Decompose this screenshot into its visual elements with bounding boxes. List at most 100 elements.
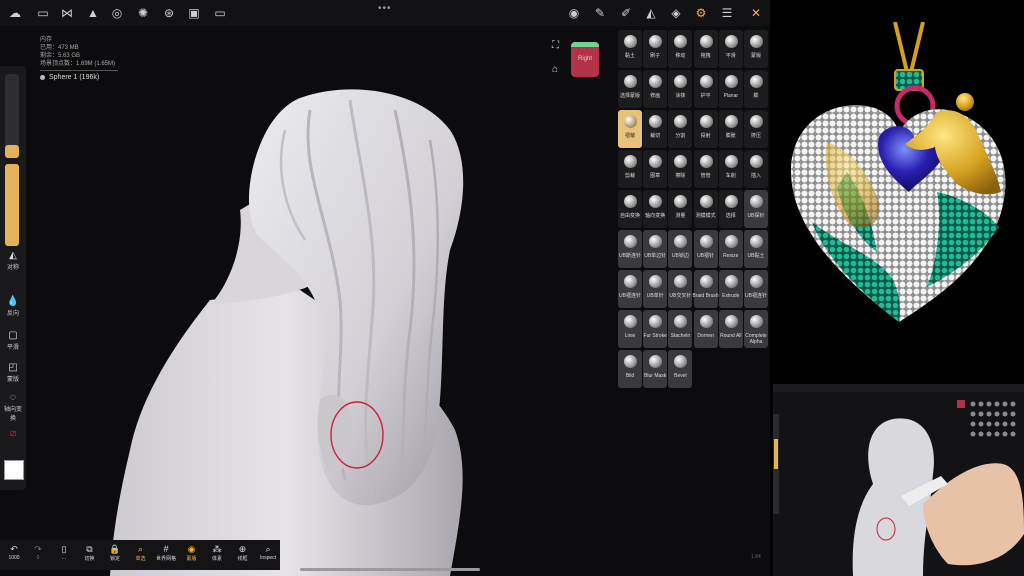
bottom-tool-button[interactable]: ◉ 蒙版 [180, 544, 204, 562]
tool-button[interactable]: 选择 [718, 190, 743, 228]
tool-button[interactable]: Fur Stroke [643, 310, 668, 348]
tool-button[interactable]: Dornen [693, 310, 718, 348]
redo-button[interactable]: ↷ 0 [26, 544, 50, 561]
mask-icon: ◰ [8, 362, 18, 373]
layers-icon[interactable]: ◈ [667, 4, 685, 22]
camera-icon[interactable]: ⊛ [160, 4, 178, 22]
fullscreen-icon[interactable]: ⛶ [552, 40, 559, 51]
light-icon[interactable]: ✺ [134, 4, 152, 22]
image-icon[interactable]: ▣ [185, 4, 203, 22]
tool-button[interactable]: 平滑 [718, 30, 743, 68]
tool-icon [750, 275, 763, 288]
tool-button[interactable]: UB交叉针 [668, 270, 693, 308]
settings-icon[interactable]: ⚙ [692, 4, 710, 22]
bottom-tool-button[interactable]: ⊕ 线框 [231, 544, 255, 562]
more-dots-icon[interactable]: ••• [378, 3, 392, 14]
tool-button[interactable]: 移动 [668, 30, 693, 68]
tool-icon [699, 315, 713, 328]
tool-button[interactable]: UB单针 [643, 270, 668, 308]
tool-button[interactable]: 裁切 [643, 110, 668, 148]
symmetry-toggle[interactable]: ◭ 对称 [2, 250, 24, 271]
bottom-tool-button[interactable]: ⌕ 单选 [129, 544, 153, 562]
tool-button[interactable]: 车削 [718, 150, 743, 188]
color-slash-icon[interactable]: ⧄ [2, 428, 24, 440]
paint-icon[interactable]: ✐ [617, 4, 635, 22]
tool-button[interactable]: 擦除 [668, 150, 693, 188]
invert-toggle[interactable]: 💧 反向 [2, 296, 24, 317]
share-icon[interactable]: ⋈ [58, 4, 76, 22]
bottom-tool-button[interactable]: ⌕ Inspect [256, 544, 280, 561]
tool-button[interactable]: Bevel [668, 350, 693, 388]
tool-button[interactable]: 图章 [643, 150, 668, 188]
tool-button[interactable]: 刷子 [643, 30, 668, 68]
tool-button[interactable]: 修画 [643, 70, 668, 108]
bottom-tool-button[interactable]: # 世界网格 [154, 544, 178, 562]
tool-button[interactable]: UB单边针 [643, 230, 668, 268]
tool-button[interactable]: Planar [718, 70, 743, 108]
tool-label: 选择 [725, 213, 736, 219]
bottom-tool-button[interactable]: 🔒 锁定 [103, 544, 127, 562]
bottom-tool-button[interactable]: ⧉ 切换 [78, 544, 102, 562]
intensity-slider[interactable] [5, 164, 19, 246]
home-indicator[interactable] [300, 568, 480, 571]
tool-button[interactable]: 轴向变换 [643, 190, 668, 228]
object-name[interactable]: Sphere 1 (196k) [40, 74, 118, 82]
tool-button[interactable]: 护平 [693, 70, 718, 108]
tool-button[interactable]: UB锁边 [668, 230, 693, 268]
tool-button[interactable]: 挤压 [744, 110, 768, 148]
tool-button[interactable]: 膨 [744, 70, 768, 108]
tool-button[interactable]: UB褶针 [693, 230, 718, 268]
tool-button[interactable]: Resize [718, 230, 743, 268]
tool-button[interactable]: UB褶连针 [618, 270, 642, 308]
nomad-logo-icon[interactable]: ☁ [6, 4, 24, 22]
tool-button[interactable]: 剪裁 [618, 150, 642, 188]
tool-button[interactable]: UB探针 [744, 190, 768, 228]
tool-button[interactable]: 管管 [693, 150, 718, 188]
sliders-icon[interactable]: ☰ [718, 4, 736, 22]
tools-icon[interactable]: ✕ [747, 4, 765, 22]
tool-button[interactable]: 自由变换 [618, 190, 642, 228]
radius-slider[interactable] [5, 74, 19, 158]
scene-icon[interactable]: ▲ [84, 4, 102, 22]
material-icon[interactable]: ◎ [108, 4, 126, 22]
mask-button[interactable]: ◰ 蒙版 [2, 362, 24, 383]
symmetry-icon[interactable]: ◭ [642, 4, 660, 22]
color-swatch[interactable] [2, 460, 24, 480]
bottom-tool-button[interactable]: ⁂ 体素 [205, 544, 229, 562]
tool-button[interactable]: 膨胀 [718, 110, 743, 148]
tool-button[interactable]: Extrude [718, 270, 743, 308]
tool-label: 刷子 [650, 53, 661, 59]
tool-button[interactable]: 测摸模式 [693, 190, 718, 228]
tool-button[interactable]: 黏土 [618, 30, 642, 68]
tool-button[interactable]: 投射 [693, 110, 718, 148]
home-icon[interactable]: ⌂ [552, 64, 558, 75]
tool-button[interactable]: UB斯连针 [618, 230, 642, 268]
tool-button[interactable]: Braid Brush [693, 270, 719, 308]
tool-button[interactable]: 插入 [744, 150, 768, 188]
tool-button[interactable]: UB褶连针 [744, 270, 768, 308]
folder-icon[interactable]: ▭ [34, 4, 52, 22]
axis-transform-button[interactable]: ◌ 轴向变换 [2, 392, 24, 422]
material-ball-icon[interactable]: ◉ [565, 4, 583, 22]
tool-button[interactable]: 拖拽 [693, 30, 718, 68]
tool-button[interactable]: Linie [618, 310, 642, 348]
tool-button[interactable]: Complete Alpha [744, 310, 768, 348]
undo-button[interactable]: ↶ 1000 [2, 544, 26, 561]
tool-button[interactable]: Round All [718, 310, 743, 348]
tool-button[interactable]: Blur Mask [643, 350, 668, 388]
view-cube[interactable]: Right [571, 42, 599, 77]
brush-icon[interactable]: ✎ [591, 4, 609, 22]
tool-button[interactable]: 蒙版 [744, 30, 768, 68]
tool-button[interactable]: UB黏土 [744, 230, 768, 268]
tool-button[interactable]: Stacheln [668, 310, 693, 348]
tool-button[interactable]: 涂抹 [668, 70, 693, 108]
tool-label: 蒙版 [750, 53, 761, 59]
tool-button[interactable]: 褶皱 [618, 110, 642, 148]
tool-button[interactable]: 选择蒙版 [618, 70, 642, 108]
video-icon[interactable]: ▭ [211, 4, 229, 22]
tool-button[interactable]: Bild [618, 350, 642, 388]
smooth-button[interactable]: ▢ 平滑 [2, 330, 24, 351]
tool-button[interactable]: 测量 [668, 190, 693, 228]
tool-button[interactable]: 分割 [668, 110, 693, 148]
bottom-tool-button[interactable]: ▯... [52, 544, 76, 561]
